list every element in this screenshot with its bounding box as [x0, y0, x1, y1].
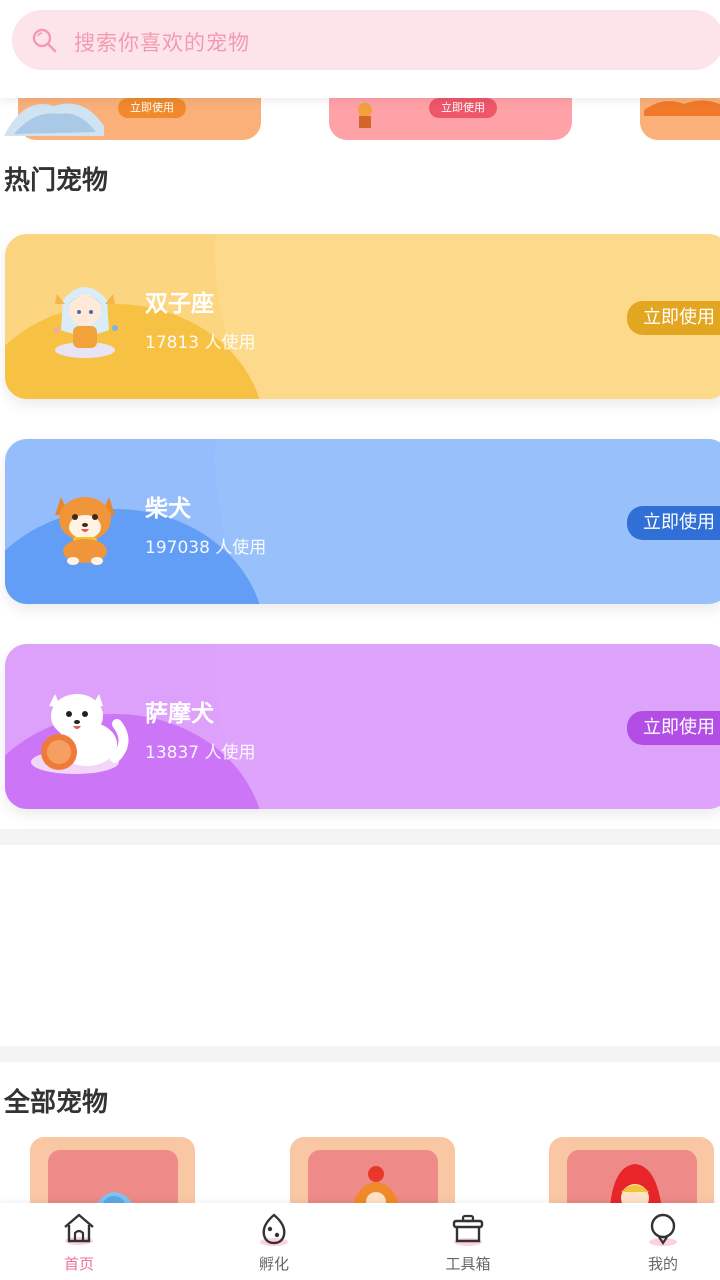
use-now-button[interactable]: 立即使用: [627, 301, 720, 335]
nav-profile[interactable]: 我的: [618, 1211, 708, 1277]
carousel-card[interactable]: 立即使用: [329, 98, 572, 140]
nav-toolbox[interactable]: 工具箱: [423, 1211, 513, 1277]
pet-thumbnail-icon: [4, 103, 104, 136]
carousel-use-button[interactable]: 立即使用: [429, 98, 497, 118]
toolbox-icon: [452, 1214, 484, 1246]
carousel-card[interactable]: [640, 98, 720, 140]
section-divider: [0, 1046, 720, 1062]
home-screen: 搜索你喜欢的宠物 立即使用 立即使用 热门宠物 双子座 17813 人使用 立即…: [0, 0, 720, 1280]
header: 搜索你喜欢的宠物: [0, 0, 720, 98]
all-pets-title: 全部宠物: [4, 1088, 109, 1118]
section-divider: [0, 829, 720, 845]
nav-label: 工具箱: [445, 1255, 491, 1273]
pet-card-shiba[interactable]: 柴犬 197038 人使用 立即使用: [5, 439, 720, 604]
nav-label: 首页: [63, 1255, 94, 1273]
search-input[interactable]: 搜索你喜欢的宠物: [74, 27, 250, 57]
pet-name: 双子座: [145, 291, 214, 317]
nav-label: 我的: [647, 1255, 678, 1273]
nav-label: 孵化: [258, 1255, 289, 1273]
carousel-card[interactable]: 立即使用: [4, 98, 261, 140]
pet-usage-count: 197038 人使用: [145, 538, 267, 558]
carousel-use-button[interactable]: 立即使用: [118, 98, 186, 118]
search-bar[interactable]: 搜索你喜欢的宠物: [12, 10, 720, 70]
bottom-navigation: 首页 孵化 工具箱 我的: [0, 1203, 720, 1280]
profile-icon: [649, 1213, 677, 1246]
nav-hatch[interactable]: 孵化: [229, 1211, 319, 1277]
search-icon: [32, 28, 57, 53]
pet-usage-count: 17813 人使用: [145, 333, 256, 353]
pet-thumbnail-icon: [358, 103, 372, 128]
pet-thumbnail-icon: [644, 100, 720, 116]
pet-usage-count: 13837 人使用: [145, 743, 256, 763]
pet-name: 柴犬: [145, 496, 191, 522]
pet-card-gemini[interactable]: 双子座 17813 人使用 立即使用: [5, 234, 720, 399]
nav-home[interactable]: 首页: [34, 1211, 124, 1277]
pet-name: 萨摩犬: [145, 701, 214, 727]
samoyed-pet-icon: [31, 694, 129, 774]
hot-pets-title: 热门宠物: [4, 166, 109, 196]
egg-icon: [260, 1213, 288, 1246]
banner-carousel[interactable]: 立即使用 立即使用: [0, 98, 720, 142]
gemini-pet-icon: [54, 287, 118, 358]
pet-card-samoyed[interactable]: 萨摩犬 13837 人使用 立即使用: [5, 644, 720, 809]
home-icon: [64, 1213, 94, 1245]
use-now-button[interactable]: 立即使用: [627, 711, 720, 745]
shiba-pet-icon: [55, 497, 115, 565]
use-now-button[interactable]: 立即使用: [627, 506, 720, 540]
